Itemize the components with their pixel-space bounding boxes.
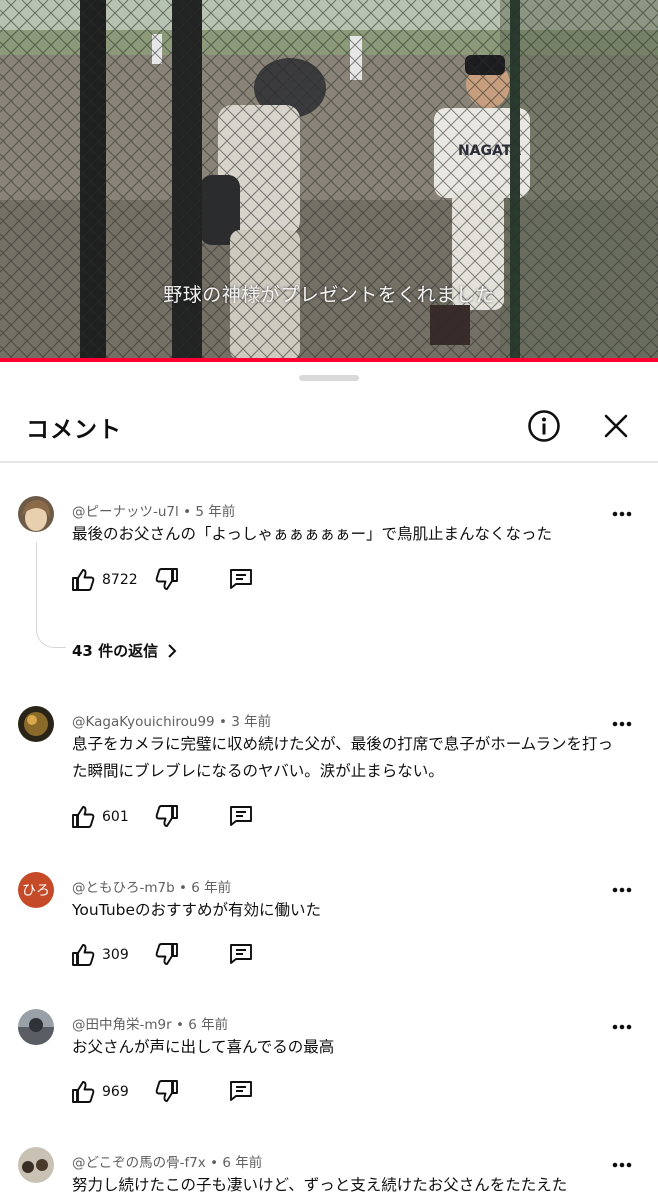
avatar[interactable] bbox=[18, 1009, 54, 1045]
like-count: 309 bbox=[102, 947, 129, 963]
comment-meta: @ピーナッツ-u7l • 5 年前 bbox=[72, 500, 235, 520]
sheet-drag-handle[interactable] bbox=[299, 375, 359, 381]
comment-author[interactable]: @田中角栄-m9r bbox=[72, 1017, 172, 1033]
replies-label: 43 件の返信 bbox=[72, 642, 159, 660]
dislike-button[interactable] bbox=[154, 566, 182, 594]
meta-separator: • bbox=[210, 1155, 219, 1171]
comment-meta: @KagaKyouichirou99 • 3 年前 bbox=[72, 710, 271, 730]
comment-actions: 8722 bbox=[70, 566, 290, 596]
anime-avatar-icon bbox=[18, 496, 54, 532]
comment-text: YouTubeのおすすめが有効に働いた bbox=[72, 901, 322, 919]
thumbs-down-icon bbox=[155, 805, 178, 827]
info-button[interactable] bbox=[526, 408, 562, 444]
like-button[interactable]: 309 bbox=[70, 941, 129, 969]
meta-separator: • bbox=[178, 880, 187, 896]
like-count: 8722 bbox=[102, 572, 138, 588]
close-icon bbox=[604, 414, 628, 438]
video-player[interactable]: NAGATA 野球の神様がプレゼントをくれました bbox=[0, 0, 658, 362]
comments-sheet: コメント @ピーナッツ-u7l • 5 年前 最後のお父さんの「よっしゃぁぁぁぁ… bbox=[0, 364, 658, 1200]
avatar[interactable] bbox=[18, 496, 54, 532]
comment-age: 6 年前 bbox=[222, 1155, 263, 1171]
comment-author[interactable]: @ともひろ-m7b bbox=[72, 880, 175, 896]
comment-age: 6 年前 bbox=[188, 1017, 229, 1033]
comments-title: コメント bbox=[26, 417, 122, 443]
reply-comment-icon bbox=[230, 1081, 252, 1101]
avatar[interactable] bbox=[18, 1147, 54, 1183]
reply-button[interactable] bbox=[228, 1078, 256, 1106]
info-icon bbox=[528, 410, 560, 442]
thumbs-down-icon bbox=[155, 568, 178, 590]
comment-text: 努力し続けたこの子も凄いけど、ずっと支え続けたお父さんをたたえた bbox=[72, 1176, 568, 1194]
comment-age: 6 年前 bbox=[191, 880, 232, 896]
reply-button[interactable] bbox=[228, 566, 256, 594]
avatar-initials: ひろ bbox=[18, 872, 54, 908]
comment-text: お父さんが声に出して喜んでるの最高 bbox=[72, 1038, 335, 1056]
close-button[interactable] bbox=[598, 408, 634, 444]
reply-comment-icon bbox=[230, 944, 252, 964]
comment-meta: @田中角栄-m9r • 6 年前 bbox=[72, 1013, 228, 1033]
thumbs-up-icon bbox=[72, 569, 95, 591]
thread-line bbox=[36, 542, 66, 648]
dislike-button[interactable] bbox=[154, 1078, 182, 1106]
comment-author[interactable]: @どこぞの馬の骨-f7x bbox=[72, 1155, 206, 1171]
view-replies-button[interactable]: 43 件の返信 bbox=[72, 640, 178, 661]
avatar[interactable] bbox=[18, 706, 54, 742]
comment-meta: @どこぞの馬の骨-f7x • 6 年前 bbox=[72, 1151, 262, 1171]
comment-text: 息子をカメラに完璧に収め続けた父が、最後の打席で息子がホームランを打った瞬間にブ… bbox=[72, 735, 613, 780]
reply-button[interactable] bbox=[228, 941, 256, 969]
photo-avatar-icon bbox=[18, 1009, 54, 1045]
comment-actions: 601 bbox=[70, 803, 290, 833]
comment-age: 5 年前 bbox=[195, 504, 236, 520]
like-button[interactable]: 601 bbox=[70, 803, 129, 831]
header-divider bbox=[0, 461, 658, 463]
thumbs-down-icon bbox=[155, 1080, 178, 1102]
chevron-right-icon bbox=[168, 643, 177, 658]
reply-comment-icon bbox=[230, 806, 252, 826]
thumbs-up-icon bbox=[72, 1081, 95, 1103]
dislike-button[interactable] bbox=[154, 803, 182, 831]
meta-separator: • bbox=[183, 504, 192, 520]
thumbs-up-icon bbox=[72, 944, 95, 966]
meta-separator: • bbox=[218, 714, 227, 730]
dislike-button[interactable] bbox=[154, 941, 182, 969]
like-button[interactable]: 969 bbox=[70, 1078, 129, 1106]
comment-actions: 969 bbox=[70, 1078, 290, 1108]
like-count: 969 bbox=[102, 1084, 129, 1100]
avatar[interactable]: ひろ bbox=[18, 872, 54, 908]
reply-button[interactable] bbox=[228, 803, 256, 831]
photo-avatar-icon bbox=[18, 1147, 54, 1183]
meta-separator: • bbox=[175, 1017, 184, 1033]
photo-avatar-icon bbox=[18, 706, 54, 742]
comment-age: 3 年前 bbox=[231, 714, 272, 730]
thumbs-up-icon bbox=[72, 806, 95, 828]
comment-author[interactable]: @KagaKyouichirou99 bbox=[72, 714, 215, 730]
like-count: 601 bbox=[102, 809, 129, 825]
like-button[interactable]: 8722 bbox=[70, 566, 138, 594]
comment-actions: 309 bbox=[70, 941, 290, 971]
reply-comment-icon bbox=[230, 569, 252, 589]
video-frame: NAGATA bbox=[0, 0, 658, 362]
video-subtitle: 野球の神様がプレゼントをくれました bbox=[163, 284, 495, 306]
comment-author[interactable]: @ピーナッツ-u7l bbox=[72, 504, 179, 520]
thumbs-down-icon bbox=[155, 943, 178, 965]
comment-meta: @ともひろ-m7b • 6 年前 bbox=[72, 876, 231, 896]
comment-text: 最後のお父さんの「よっしゃぁぁぁぁぁー」で鳥肌止まんなくなった bbox=[72, 525, 553, 543]
video-progress-bar[interactable] bbox=[0, 358, 658, 362]
